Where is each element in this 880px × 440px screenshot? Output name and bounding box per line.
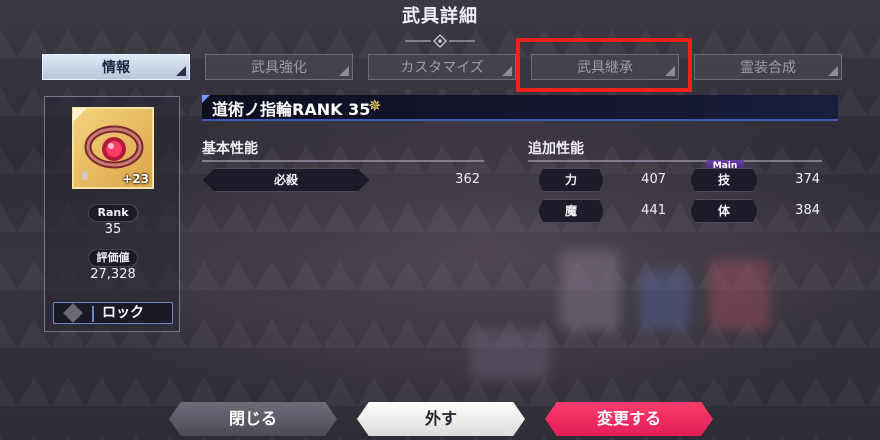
sparkle-icon: ✵	[368, 96, 382, 115]
remove-button[interactable]: 外す	[357, 402, 525, 436]
score-label: 評価値	[89, 250, 137, 266]
basic-stats-heading: 基本性能	[202, 138, 484, 162]
basic-stat-label: 必殺	[202, 168, 370, 192]
item-icon[interactable]: ♜ +23	[72, 107, 154, 189]
score-value: 27,328	[90, 267, 136, 282]
tab-bar: 情報 武具強化 カスタマイズ 武具継承 霊装合成	[42, 54, 842, 82]
item-name: 道術ノ指輪RANK 35	[212, 100, 371, 119]
lock-icon	[63, 303, 83, 323]
extra-stat-label: 魔	[538, 199, 604, 223]
extra-stat-value: 441	[641, 203, 666, 218]
tab-customize[interactable]: カスタマイズ	[368, 54, 516, 80]
crest-icon: ♜	[79, 169, 91, 183]
extra-stat-value: 374	[795, 172, 820, 187]
background-blur-1	[560, 250, 620, 330]
background-blur-2	[640, 270, 690, 330]
close-button[interactable]: 閉じる	[169, 402, 337, 436]
tab-info[interactable]: 情報	[42, 54, 190, 80]
lock-divider	[92, 306, 94, 322]
rank-value: 35	[104, 222, 122, 237]
extra-stat-label: 体	[690, 199, 758, 223]
title-ornament	[405, 34, 475, 48]
tab-spirit-synthesis[interactable]: 霊装合成	[694, 54, 842, 80]
extra-stat-label: 技	[690, 168, 758, 192]
basic-stat-value: 362	[455, 172, 480, 187]
plus-level: +23	[122, 172, 149, 186]
background-blur-4	[470, 330, 550, 380]
extra-stat-value: 384	[795, 203, 820, 218]
lock-button[interactable]: ロック	[53, 302, 173, 324]
item-name-bar: 道術ノ指輪RANK 35 ✵	[202, 95, 838, 121]
extra-stats-heading: 追加性能	[528, 138, 822, 162]
rank-label: Rank	[89, 205, 137, 221]
background-blur-3	[710, 260, 770, 330]
change-button[interactable]: 変更する	[545, 402, 713, 436]
item-card: ♜ +23 Rank 35 評価値 27,328 ロック	[44, 96, 180, 332]
page-title: 武具詳細	[402, 6, 478, 27]
tab-enhance[interactable]: 武具強化	[205, 54, 353, 80]
highlight-box	[516, 38, 692, 92]
extra-stat-label: 力	[538, 168, 604, 192]
extra-stat-value: 407	[641, 172, 666, 187]
lock-label: ロック	[102, 305, 144, 321]
